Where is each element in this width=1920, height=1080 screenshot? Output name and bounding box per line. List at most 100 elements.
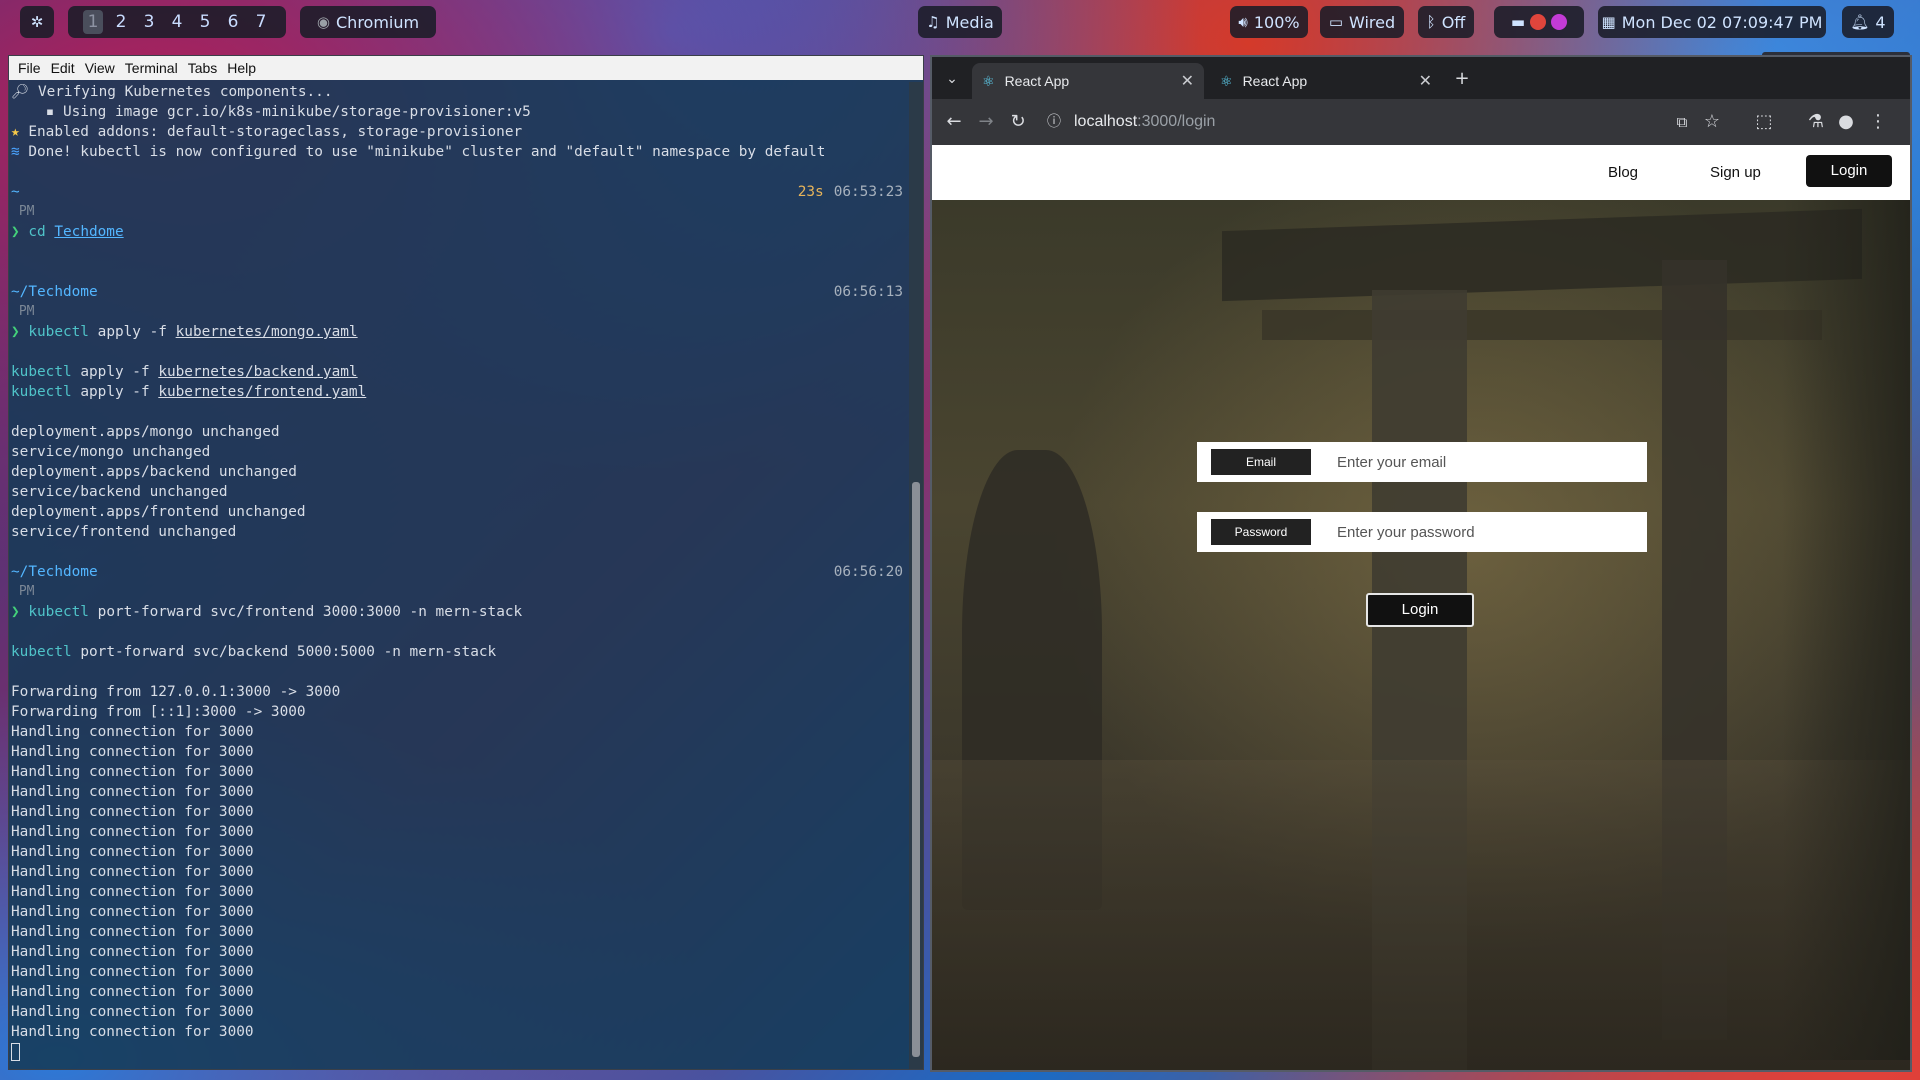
app-navbar: Blog Sign up Login — [932, 145, 1910, 200]
terminal-output[interactable]: 🔎︎ Verifying Kubernetes components... ▪ … — [9, 82, 909, 1069]
terminal-menubar: File Edit View Terminal Tabs Help — [9, 56, 923, 80]
labs-flask-icon[interactable]: ⚗ — [1804, 110, 1828, 134]
prompt-chevron-icon: ❯ — [11, 224, 29, 240]
screen-icon[interactable]: ▬ — [1511, 13, 1525, 31]
media-widget[interactable]: ♫ Media — [918, 6, 1002, 38]
browser-window[interactable]: ⌄ ⚛ React App ✕ ⚛ React App ✕ + ← → ↻ ⓘ … — [930, 55, 1912, 1072]
email-input[interactable] — [1337, 442, 1637, 482]
tab-close-icon[interactable]: ✕ — [1419, 71, 1432, 91]
surfer-icon: ≋ — [11, 144, 29, 160]
workspace-4[interactable]: 4 — [163, 12, 191, 32]
launcher-button[interactable]: ✲ — [20, 6, 54, 38]
tab-strip: ⌄ ⚛ React App ✕ ⚛ React App ✕ + — [932, 57, 1910, 99]
workspace-3[interactable]: 3 — [135, 12, 163, 32]
nav-blog-link[interactable]: Blog — [1608, 145, 1638, 200]
workspace-1[interactable]: 1 — [83, 10, 103, 34]
output-line: Handling connection for 3000 — [11, 824, 254, 840]
output-line: Handling connection for 3000 — [11, 984, 254, 1000]
tab-title: React App — [1242, 73, 1308, 89]
reload-icon[interactable]: ↻ — [1006, 110, 1030, 134]
star-icon: ★ — [11, 124, 29, 140]
output-line: Handling connection for 3000 — [11, 764, 254, 780]
notifications-widget[interactable]: 🔔︎ 4 — [1842, 6, 1894, 38]
tab-close-icon[interactable]: ✕ — [1181, 71, 1194, 91]
menu-terminal[interactable]: Terminal — [120, 60, 183, 76]
tab-react-app-1[interactable]: ⚛ React App ✕ — [972, 63, 1204, 99]
login-submit-button[interactable]: Login — [1366, 593, 1474, 627]
datetime: Mon Dec 02 07:09:47 PM — [1621, 12, 1823, 32]
tab-search-icon[interactable]: ⌄ — [940, 67, 964, 91]
volume-widget[interactable]: 🔊︎ 100% — [1230, 6, 1308, 38]
react-favicon-icon: ⚛ — [1220, 72, 1233, 89]
prompt-time: 06:53:23 — [833, 184, 903, 200]
tab-title: React App — [1004, 73, 1070, 89]
clock-widget[interactable]: ▦ Mon Dec 02 07:09:47 PM — [1598, 6, 1826, 38]
output-line: service/mongo unchanged — [11, 444, 211, 460]
new-tab-icon[interactable]: + — [1450, 67, 1474, 91]
stone-path — [932, 760, 1910, 1070]
menu-help[interactable]: Help — [222, 60, 261, 76]
site-info-icon[interactable]: ⓘ — [1042, 110, 1066, 134]
terminal-scrollbar[interactable] — [909, 82, 923, 1069]
email-label: Email — [1211, 449, 1311, 475]
ethernet-icon: ▭ — [1328, 13, 1344, 31]
password-input[interactable] — [1337, 512, 1637, 552]
bookmark-star-icon[interactable]: ☆ — [1700, 110, 1724, 134]
output-line: Handling connection for 3000 — [11, 964, 254, 980]
output-line: Handling connection for 3000 — [11, 944, 254, 960]
output-line: Handling connection for 3000 — [11, 724, 254, 740]
output-line: Forwarding from [::1]:3000 -> 3000 — [11, 704, 306, 720]
bluetooth-widget[interactable]: ᛒ Off — [1418, 6, 1474, 38]
nav-signup-link[interactable]: Sign up — [1710, 145, 1761, 200]
install-app-icon[interactable]: ⧉ — [1670, 110, 1694, 134]
focused-window-title[interactable]: ◉ Chromium — [300, 6, 436, 38]
workspace-6[interactable]: 6 — [219, 12, 247, 32]
terminal-line: ▪ Using image gcr.io/k8s-minikube/storag… — [45, 104, 531, 120]
network-widget[interactable]: ▭ Wired — [1320, 6, 1404, 38]
terminal-scrollbar-thumb[interactable] — [912, 482, 920, 1057]
terminal-line: ★ Enabled addons: default-storageclass, … — [11, 124, 523, 140]
workspace-7[interactable]: 7 — [247, 12, 275, 32]
calendar-icon: ▦ — [1601, 13, 1616, 31]
firefox-tray-icon[interactable] — [1551, 14, 1568, 30]
command-line: kubectl apply -f kubernetes/backend.yaml — [11, 364, 358, 380]
menu-view[interactable]: View — [80, 60, 120, 76]
chrome-tray-icon[interactable] — [1530, 14, 1547, 30]
command-line: kubectl apply -f kubernetes/frontend.yam… — [11, 384, 367, 400]
menu-tabs[interactable]: Tabs — [183, 60, 223, 76]
password-label: Password — [1211, 519, 1311, 545]
speaker-icon: 🔊︎ — [1238, 13, 1248, 31]
terminal-window[interactable]: File Edit View Terminal Tabs Help 🔎︎ Ver… — [8, 55, 924, 1070]
background-scene: Email Password Login — [932, 200, 1910, 1070]
output-line: Forwarding from 127.0.0.1:3000 -> 3000 — [11, 684, 341, 700]
nav-login-button[interactable]: Login — [1806, 155, 1892, 187]
extensions-icon[interactable]: ⬚ — [1752, 110, 1776, 134]
workspace-2[interactable]: 2 — [107, 12, 135, 32]
focused-app-label: Chromium — [336, 12, 420, 32]
bell-icon: 🔔︎ — [1850, 13, 1870, 31]
prompt-header: ~/Techdome 06:56:20 — [11, 564, 903, 580]
output-line: Handling connection for 3000 — [11, 924, 254, 940]
tab-react-app-2[interactable]: ⚛ React App ✕ — [1210, 63, 1442, 99]
browser-toolbar: ← → ↻ ⓘ localhost:3000/login ⧉ ☆ ⬚ ⚗ ● ⋮ — [932, 99, 1910, 145]
top-bar: ✲ 1 2 3 4 5 6 7 ◉ Chromium ♫ Media 🔊︎ 10… — [0, 0, 1920, 44]
forward-icon[interactable]: → — [974, 110, 998, 134]
menu-file[interactable]: File — [13, 60, 46, 76]
menu-kebab-icon[interactable]: ⋮ — [1866, 110, 1890, 134]
back-icon[interactable]: ← — [942, 110, 966, 134]
output-line: Handling connection for 3000 — [11, 904, 254, 920]
terminal-line: 🔎︎ Verifying Kubernetes components... — [11, 84, 333, 100]
prompt-chevron-icon: ❯ — [11, 604, 29, 620]
password-field: Password — [1197, 512, 1647, 552]
output-line: Handling connection for 3000 — [11, 1004, 254, 1020]
output-line: service/frontend unchanged — [11, 524, 237, 540]
profile-icon[interactable]: ● — [1834, 110, 1858, 134]
prompt-header: ~/Techdome 06:56:13 — [11, 284, 903, 300]
page-viewport: Blog Sign up Login Email Password Login — [932, 145, 1910, 1070]
workspace-5[interactable]: 5 — [191, 12, 219, 32]
menu-edit[interactable]: Edit — [46, 60, 80, 76]
bluetooth-icon: ᛒ — [1426, 13, 1436, 31]
terminal-input-line[interactable] — [9, 1042, 909, 1062]
workspace-switcher[interactable]: 1 2 3 4 5 6 7 — [68, 6, 286, 38]
gear-icon: ✲ — [30, 13, 44, 31]
